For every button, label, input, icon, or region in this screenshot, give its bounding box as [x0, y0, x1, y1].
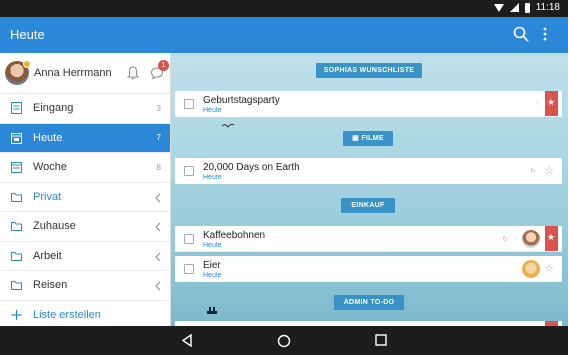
sidebar-item-count: 8 — [156, 162, 161, 172]
inbox-icon — [11, 102, 22, 114]
notification-badge: 1 — [158, 60, 169, 71]
sidebar-item-heute[interactable]: Heute 7 — [0, 123, 170, 153]
task-list-label: Heute — [203, 107, 222, 114]
task-list-area: SOPHIAS WUNSCHLISTE Geburtstagsparty Heu… — [171, 53, 568, 326]
repeat-icon: ↻ — [502, 236, 508, 243]
task-title: Eier — [203, 260, 221, 271]
status-time: 11:18 — [535, 2, 560, 13]
comment-icon: ○ — [513, 235, 518, 242]
profile-name: Anna Herrmann — [34, 67, 112, 79]
section-header[interactable]: ▣ FILME — [343, 131, 393, 146]
chevron-left-icon[interactable] — [155, 281, 161, 291]
assignee-avatar[interactable] — [522, 230, 540, 248]
recent-apps-icon[interactable] — [375, 334, 387, 346]
bell-icon[interactable] — [127, 66, 139, 80]
sidebar-item-label: Reisen — [33, 279, 68, 292]
calendar-icon — [11, 132, 22, 144]
avatar-badge — [23, 60, 31, 68]
task-list-label: Heute — [203, 272, 222, 279]
more-options-icon[interactable] — [540, 26, 550, 42]
section-header[interactable]: EINKAUF — [341, 198, 395, 213]
sidebar-item-reisen[interactable]: Reisen — [0, 271, 170, 301]
sidebar-item-eingang[interactable]: Eingang 3 — [0, 94, 170, 124]
home-icon[interactable] — [277, 334, 291, 348]
create-list-label: Liste erstellen — [33, 309, 101, 322]
star-icon[interactable]: ☆ — [544, 262, 554, 275]
assignee-avatar[interactable] — [522, 260, 540, 278]
folder-icon — [11, 281, 22, 290]
task-checkbox[interactable] — [184, 166, 194, 176]
task-checkbox[interactable] — [184, 264, 194, 274]
comment-icon: ○ — [535, 100, 540, 107]
folder-icon — [11, 251, 22, 261]
signal-icon — [509, 3, 519, 12]
app-bar: Heute — [0, 17, 568, 53]
section-header-label: FILME — [361, 135, 384, 142]
task-checkbox[interactable] — [184, 99, 194, 109]
sidebar-item-count: 3 — [156, 103, 161, 113]
sidebar-item-label: Eingang — [33, 102, 74, 115]
task-row[interactable]: Kaffeebohnen Heute ↻ ○ ★ — [175, 226, 562, 252]
folder-icon — [11, 192, 22, 202]
search-icon[interactable] — [513, 26, 529, 42]
sidebar: Anna Herrmann 1 Eingang 3 Heute 7 Woche … — [0, 53, 171, 326]
star-icon: ★ — [547, 97, 556, 107]
sidebar-item-arbeit[interactable]: Arbeit — [0, 242, 170, 271]
sidebar-item-label: Woche — [33, 161, 68, 174]
figure-decoration — [207, 307, 217, 314]
star-ribbon[interactable]: ★ — [545, 91, 558, 116]
repeat-icon: ↻ — [530, 168, 536, 175]
calendar-week-icon — [11, 162, 22, 173]
status-icons: 11:18 — [493, 2, 560, 13]
wifi-icon — [493, 3, 504, 12]
chevron-left-icon[interactable] — [155, 222, 161, 232]
star-icon: ★ — [547, 232, 556, 242]
task-list-label: Heute — [203, 174, 222, 181]
back-icon[interactable] — [181, 334, 193, 347]
plus-icon — [11, 309, 22, 320]
sidebar-item-label: Privat — [33, 190, 62, 203]
profile-header[interactable]: Anna Herrmann 1 — [0, 53, 170, 94]
task-list-label: Heute — [203, 242, 222, 249]
task-row[interactable]: Geburtstagsparty Heute ○ ★ — [175, 91, 562, 117]
battery-icon — [524, 2, 530, 13]
sidebar-item-label: Zuhause — [33, 220, 76, 233]
sidebar-item-privat[interactable]: Privat — [0, 183, 170, 212]
sidebar-item-woche[interactable]: Woche 8 — [0, 153, 170, 183]
status-bar: 11:18 — [0, 0, 568, 17]
sidebar-item-label: Heute — [33, 131, 63, 144]
task-title: Kaffeebohnen — [203, 230, 266, 241]
section-header[interactable]: ADMIN TO-DO — [334, 295, 404, 310]
folder-icon — [11, 222, 22, 231]
task-title: Geburtstagsparty — [203, 95, 280, 106]
task-row[interactable]: Eier Heute ☆ — [175, 256, 562, 282]
chevron-left-icon[interactable] — [155, 193, 161, 203]
task-title: 20,000 Days on Earth — [203, 162, 300, 173]
page-title: Heute — [10, 27, 45, 42]
sidebar-item-zuhause[interactable]: Zuhause — [0, 212, 170, 242]
star-ribbon[interactable]: ★ — [545, 226, 558, 251]
task-row[interactable]: 20,000 Days on Earth Heute ↻ ☆ — [175, 158, 562, 184]
create-list-button[interactable]: Liste erstellen — [0, 301, 170, 327]
star-icon[interactable]: ☆ — [544, 164, 554, 177]
bird-decoration — [221, 123, 235, 128]
chevron-left-icon[interactable] — [155, 252, 161, 262]
clapperboard-icon: ▣ — [352, 135, 362, 142]
task-checkbox[interactable] — [184, 234, 194, 244]
section-header[interactable]: SOPHIAS WUNSCHLISTE — [316, 63, 422, 78]
sidebar-item-label: Arbeit — [33, 249, 62, 262]
system-nav-bar — [0, 326, 568, 355]
sidebar-item-count: 7 — [156, 133, 161, 143]
